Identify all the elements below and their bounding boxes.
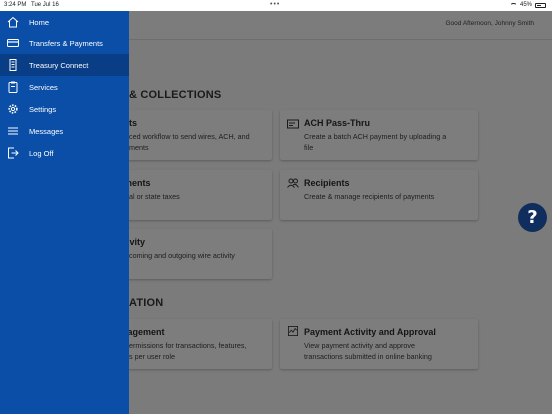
battery-icon xyxy=(535,2,546,8)
status-right: 45% xyxy=(509,2,546,8)
menu-lines-icon xyxy=(8,127,18,135)
card-description: al or state taxes xyxy=(129,192,180,201)
activity-chart-icon xyxy=(288,326,298,336)
card-user-management[interactable]: anagement ermissions for transactions, f… xyxy=(108,319,272,369)
card-ach-pass-thru[interactable]: ACH Pass-Thru Create a batch ACH payment… xyxy=(280,110,478,160)
card-description: ced workflow to send wires, ACH, and xyxy=(129,132,250,141)
logout-icon xyxy=(8,147,19,159)
card-payment-activity[interactable]: Payment Activity and Approval View payme… xyxy=(280,319,478,369)
card-payments[interactable]: ts ced workflow to send wires, ACH, and … xyxy=(108,110,272,160)
card-description: Create a batch ACH payment by uploading … xyxy=(304,132,447,141)
card-wire-activity[interactable]: tivity coming and outgoing wire activity xyxy=(108,229,272,279)
nav-item-label: Treasury Connect xyxy=(29,60,89,70)
nav-item-label: Messages xyxy=(29,126,64,136)
card-description: coming and outgoing wire activity xyxy=(129,251,235,260)
card-description: transactions submitted in online banking xyxy=(304,352,432,361)
section-title-administration: ATION xyxy=(129,297,164,309)
nav-item-label: Settings xyxy=(29,104,57,114)
nav-item-messages[interactable]: Messages xyxy=(0,120,129,142)
status-bar: 3:24 PM Tue Jul 16 ••• 45% xyxy=(0,0,552,11)
card-recipients[interactable]: Recipients Create & manage recipients of… xyxy=(280,170,478,220)
credit-card-icon xyxy=(7,39,19,47)
nav-item-log-off[interactable]: Log Off xyxy=(0,142,129,164)
card-tax-payments[interactable]: ments al or state taxes xyxy=(108,170,272,220)
card-title: Payment Activity and Approval xyxy=(304,327,436,337)
nav-item-treasury-connect[interactable]: Treasury Connect xyxy=(0,54,129,76)
nav-item-label: Home xyxy=(29,17,50,27)
nav-item-services[interactable]: Services xyxy=(0,76,129,98)
card-description: s per user role xyxy=(129,352,175,361)
card-description: ments xyxy=(129,143,149,152)
file-upload-icon xyxy=(287,119,299,129)
card-title: ts xyxy=(129,118,138,128)
nav-drawer: Home Transfers & Payments Treasury Conne… xyxy=(0,11,129,414)
multitasking-dots-icon[interactable]: ••• xyxy=(270,1,280,8)
card-description: ermissions for transactions, features, xyxy=(129,341,247,350)
nav-item-label: Log Off xyxy=(29,148,54,158)
card-description: file xyxy=(304,143,314,152)
nav-item-home[interactable]: Home xyxy=(0,11,129,33)
users-icon xyxy=(287,178,299,188)
wifi-icon xyxy=(509,2,517,8)
card-description: Create & manage recipients of payments xyxy=(304,192,435,201)
battery-percent: 45% xyxy=(519,2,532,8)
card-title: Recipients xyxy=(304,178,350,188)
help-button[interactable]: ? xyxy=(518,203,547,232)
nav-item-settings[interactable]: Settings xyxy=(0,98,129,120)
nav-item-transfers-payments[interactable]: Transfers & Payments xyxy=(0,32,129,54)
status-date: Tue Jul 16 xyxy=(31,2,59,8)
status-time: 3:24 PM xyxy=(4,2,27,8)
card-description: View payment activity and approve xyxy=(304,341,415,350)
home-icon xyxy=(7,16,19,28)
nav-item-label: Services xyxy=(29,82,58,92)
gear-icon xyxy=(8,104,18,114)
nav-item-label: Transfers & Payments xyxy=(29,38,103,48)
building-icon xyxy=(9,59,17,71)
card-title: ACH Pass-Thru xyxy=(304,118,371,128)
section-title-payments: & COLLECTIONS xyxy=(129,89,222,101)
greeting-text: Good Afternoon, Johnny Smith xyxy=(445,20,534,27)
clipboard-icon xyxy=(8,81,18,93)
